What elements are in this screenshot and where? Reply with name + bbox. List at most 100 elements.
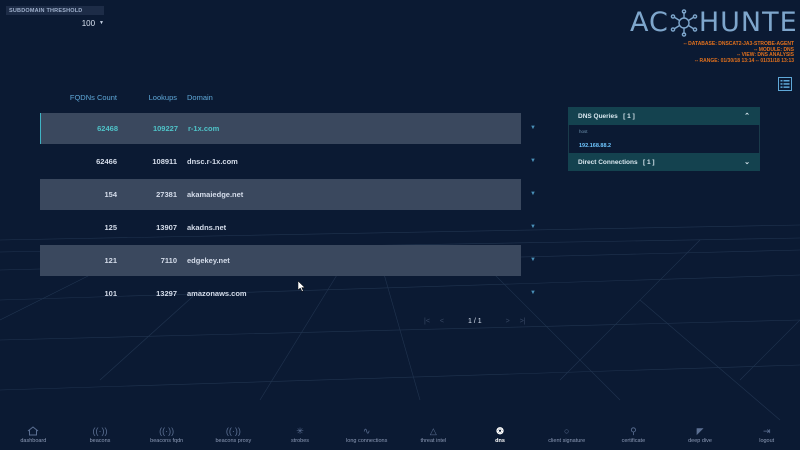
dns-queries-title: DNS Queries	[578, 112, 618, 120]
header-lookups[interactable]: Lookups	[117, 93, 177, 102]
nav-label: strobes	[291, 438, 310, 444]
subdomain-threshold: SUBDOMAIN THRESHOLD 100 ▼	[6, 6, 104, 28]
nav-label: deep dive	[688, 438, 712, 444]
beacon-icon: ((·))	[159, 426, 175, 436]
logo-text-right: HUNTER	[698, 7, 800, 38]
cell-lookups: 109227	[152, 124, 178, 133]
cell-lookups: 7110	[160, 256, 177, 265]
nav-label: dashboard	[20, 438, 47, 444]
logout-icon: ⇥	[762, 426, 771, 436]
molecule-logo-icon	[670, 9, 698, 37]
list-view-icon[interactable]	[778, 77, 792, 91]
table-header: FQDNs Count Lookups Domain	[40, 90, 540, 104]
session-metadata: -- DATABASE: DNSCAT2-JA3-STROBE-AGENT --…	[683, 41, 794, 64]
dns-queries-body: host 192.168.88.2	[568, 125, 760, 153]
nav-certificate[interactable]: ⚲ certificate	[600, 426, 667, 450]
pagination: |< < 1 / 1 > >|	[424, 318, 526, 325]
prev-page-icon[interactable]: <	[440, 318, 444, 325]
cell-domain: akadns.net	[187, 223, 227, 232]
nav-label: beacons proxy	[215, 438, 252, 444]
first-page-icon[interactable]: |<	[424, 318, 430, 325]
nav-deep-dive[interactable]: ◤ deep dive	[667, 426, 734, 450]
nav-label: threat intel	[420, 438, 447, 444]
next-page-icon[interactable]: >	[506, 318, 510, 325]
direct-connections-count: [ 1 ]	[643, 158, 655, 166]
chevron-up-icon: ⌃	[744, 113, 750, 120]
nav-logout[interactable]: ⇥ logout	[733, 426, 800, 450]
nav-label: logout	[759, 438, 775, 444]
threshold-select[interactable]: 100 ▼	[6, 18, 104, 28]
filter-icon[interactable]: ▼	[530, 290, 536, 296]
filter-icon[interactable]: ▼	[530, 158, 536, 164]
deep-dive-icon: ◤	[696, 426, 704, 436]
cell-domain: akamaiedge.net	[187, 190, 244, 199]
nav-label: certificate	[621, 438, 646, 444]
cell-lookups: 108911	[152, 157, 177, 166]
caret-down-icon: ▼	[99, 20, 104, 26]
filter-icon[interactable]: ▼	[530, 125, 536, 131]
nav-strobes[interactable]: ✳ strobes	[267, 426, 334, 450]
nav-dns[interactable]: ❂ dns	[467, 426, 534, 450]
nav-label: beacons	[89, 438, 111, 444]
cell-lookups: 13297	[156, 289, 177, 298]
cell-domain: amazonaws.com	[187, 289, 247, 298]
threshold-value: 100	[81, 18, 96, 28]
dns-icon: ❂	[496, 426, 504, 436]
beacon-icon: ((·))	[225, 426, 241, 436]
cell-fqdn-count: 62466	[96, 157, 117, 166]
strobe-icon: ✳	[296, 426, 304, 436]
signature-icon: ○	[563, 426, 570, 436]
table-row[interactable]: 125 13907 akadns.net	[40, 212, 521, 243]
last-page-icon[interactable]: >|	[520, 318, 526, 325]
cell-fqdn-count: 62468	[97, 124, 118, 133]
cell-domain: r-1x.com	[188, 124, 220, 133]
header-domain[interactable]: Domain	[177, 93, 540, 102]
connection-icon: ∿	[362, 426, 371, 436]
nav-beacons-fqdn[interactable]: ((·)) beacons fqdn	[133, 426, 200, 450]
nav-label: client signature	[548, 438, 586, 444]
nav-label: dns	[495, 438, 505, 444]
meta-range: -- RANGE: 01/30/18 13:14 -- 01/31/18 13:…	[694, 57, 794, 64]
filter-icon[interactable]: ▼	[530, 191, 536, 197]
direct-connections-title: Direct Connections	[578, 158, 638, 166]
cell-domain: dnsc.r-1x.com	[187, 157, 238, 166]
nav-label: beacons fqdn	[150, 438, 184, 444]
filter-icon[interactable]: ▼	[530, 224, 536, 230]
chevron-down-icon: ⌄	[744, 159, 750, 166]
app-logo: AC HUNTER	[630, 6, 800, 40]
cell-lookups: 27381	[156, 190, 177, 199]
table-row[interactable]: 101 13297 amazonaws.com	[40, 278, 521, 309]
beacon-icon: ((·))	[92, 426, 108, 436]
details-panel: DNS Queries [ 1 ] ⌃ host 192.168.88.2 Di…	[568, 107, 760, 171]
nav-label: long connections	[346, 438, 388, 444]
header-fqdn-count[interactable]: FQDNs Count	[40, 93, 117, 102]
table-row[interactable]: 121 7110 edgekey.net	[40, 245, 521, 276]
threshold-label: SUBDOMAIN THRESHOLD	[6, 6, 104, 15]
cell-fqdn-count: 101	[104, 289, 117, 298]
page-indicator: 1 / 1	[468, 318, 482, 325]
filter-icon[interactable]: ▼	[530, 257, 536, 263]
certificate-icon: ⚲	[630, 426, 637, 436]
logo-text-left: AC	[630, 7, 669, 38]
nav-threat-intel[interactable]: △ threat intel	[400, 426, 467, 450]
dns-queries-header[interactable]: DNS Queries [ 1 ] ⌃	[568, 107, 760, 125]
nav-long-connections[interactable]: ∿ long connections	[333, 426, 400, 450]
host-ip[interactable]: 192.168.88.2	[579, 143, 749, 149]
mouse-cursor-icon	[298, 281, 306, 292]
warning-icon: △	[429, 426, 437, 436]
nav-client-signature[interactable]: ○ client signature	[533, 426, 600, 450]
table-row[interactable]: 62466 108911 dnsc.r-1x.com	[40, 146, 521, 177]
table-row[interactable]: 154 27381 akamaiedge.net	[40, 179, 521, 210]
table-row[interactable]: 62468 109227 r-1x.com	[40, 113, 521, 144]
nav-beacons[interactable]: ((·)) beacons	[67, 426, 134, 450]
home-icon	[28, 426, 39, 436]
nav-dashboard[interactable]: dashboard	[0, 426, 67, 450]
cell-domain: edgekey.net	[187, 256, 230, 265]
cell-lookups: 13907	[156, 223, 177, 232]
dns-table: FQDNs Count Lookups Domain 62468 109227 …	[40, 90, 540, 298]
direct-connections-header[interactable]: Direct Connections [ 1 ] ⌄	[568, 153, 760, 171]
nav-beacons-proxy[interactable]: ((·)) beacons proxy	[200, 426, 267, 450]
dns-queries-count: [ 1 ]	[623, 112, 635, 120]
cell-fqdn-count: 125	[104, 223, 117, 232]
cell-fqdn-count: 154	[104, 190, 117, 199]
